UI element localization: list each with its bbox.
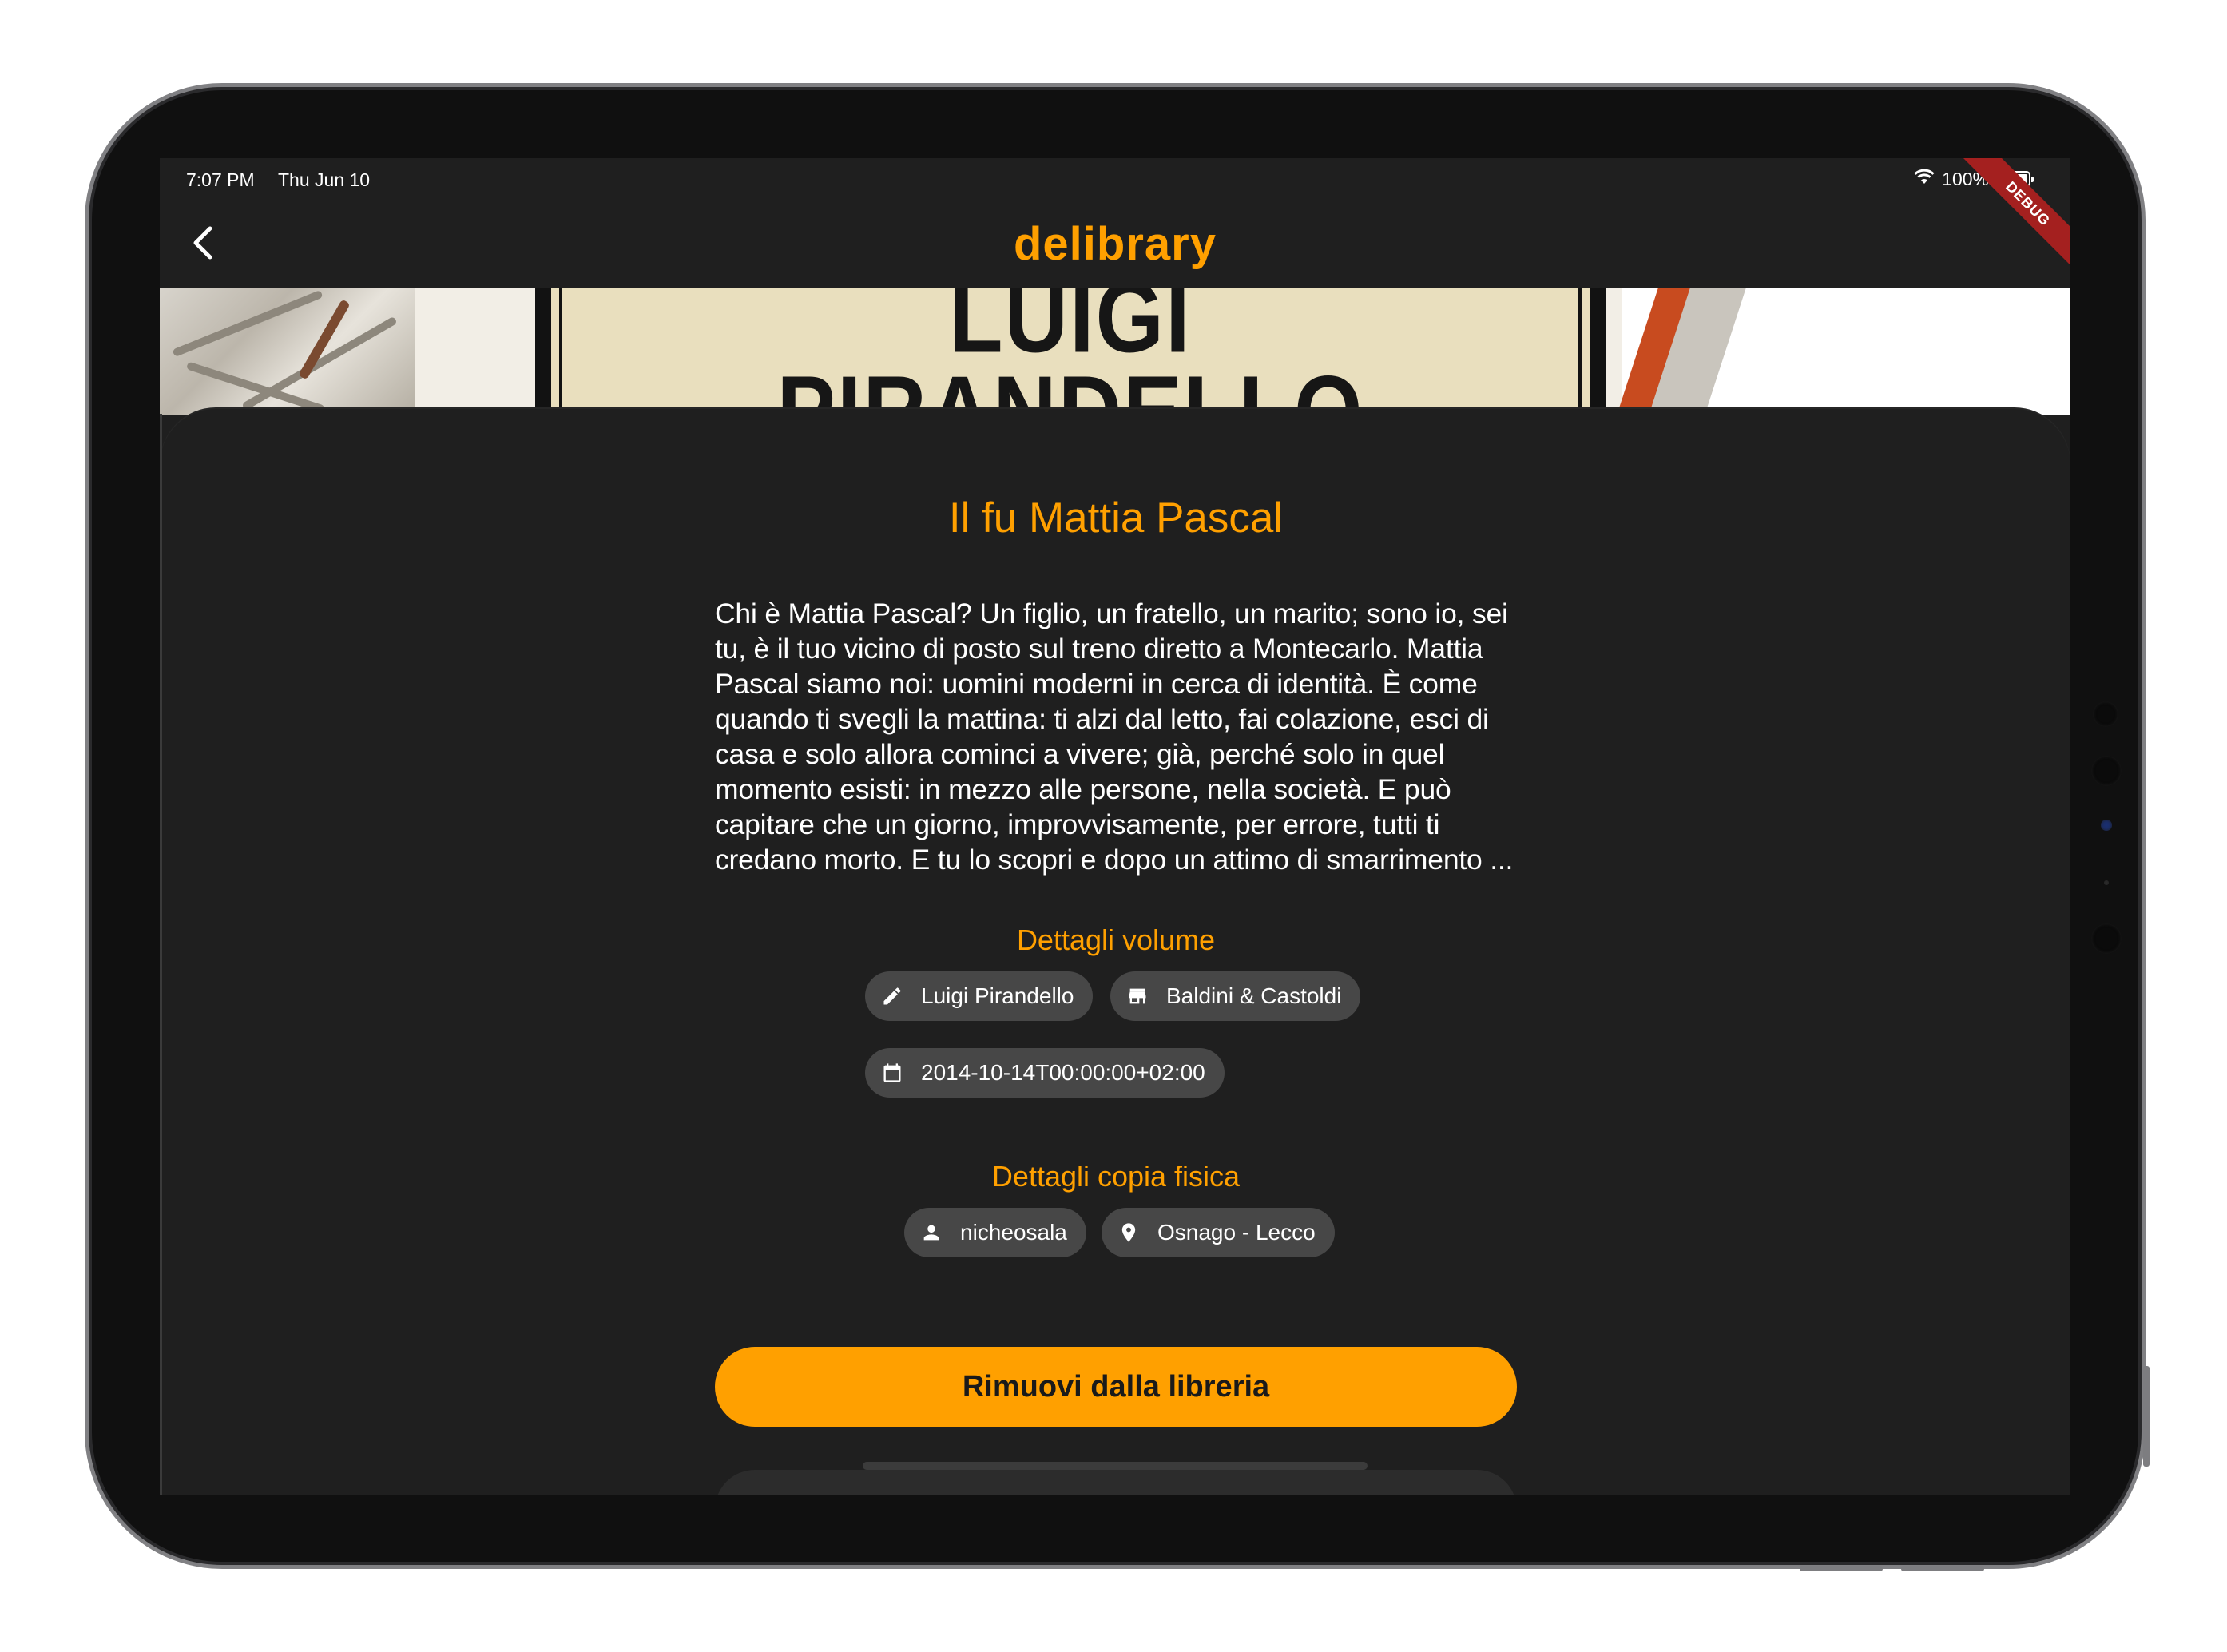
cover-illustration-detail — [298, 299, 351, 380]
cover-author-line2: PIRANDELLO — [776, 355, 1364, 415]
scrollbar[interactable] — [863, 1462, 1368, 1470]
device-sensor — [2104, 880, 2109, 885]
publish-date-chip-label: 2014-10-14T00:00:00+02:00 — [921, 1060, 1205, 1085]
status-bar: 7:07 PM Thu Jun 10 100% — [160, 158, 2070, 201]
device-sensor — [2093, 701, 2118, 727]
app-bar: delibrary — [160, 201, 2070, 288]
location-chip[interactable]: Osnago - Lecco — [1102, 1208, 1335, 1257]
publisher-chip-label: Baldini & Castoldi — [1166, 983, 1342, 1008]
owner-chip-label: nicheosala — [960, 1220, 1067, 1245]
cover-illustration-detail — [241, 316, 398, 411]
publisher-chip[interactable]: Baldini & Castoldi — [1110, 971, 1361, 1021]
device-sensor — [2101, 820, 2112, 831]
cover-illustration — [160, 288, 415, 415]
location-chip-label: Osnago - Lecco — [1157, 1220, 1316, 1245]
screen: 7:07 PM Thu Jun 10 100% delibrary DEBUG … — [160, 158, 2070, 1495]
description-line: quando ti svegli la mattina: ti alzi dal… — [715, 703, 1489, 735]
status-time: 7:07 PM — [186, 169, 255, 190]
description-line: credano morto. E tu lo scopri e dopo un … — [715, 844, 1514, 876]
person-icon — [919, 1220, 944, 1245]
status-date: Thu Jun 10 — [278, 169, 371, 190]
device-volume-button — [1901, 1566, 1984, 1571]
cover-illustration-detail — [172, 289, 324, 358]
pencil-icon — [879, 983, 905, 1009]
secondary-action-button[interactable] — [715, 1470, 1517, 1495]
book-detail-sheet: Il fu Mattia Pascal Chi è Mattia Pascal?… — [160, 409, 2070, 1495]
device-side-button — [2143, 1366, 2150, 1467]
owner-chip[interactable]: nicheosala — [904, 1208, 1086, 1257]
description-line: tu, è il tuo vicino di posto sul treno d… — [715, 633, 1483, 665]
description-line: Chi è Mattia Pascal? Un figlio, un frate… — [715, 598, 1508, 629]
cover-title-panel: LUIGI PIRANDELLO — [535, 288, 1606, 415]
book-title: Il fu Mattia Pascal — [948, 494, 1284, 542]
copy-details-title: Dettagli copia fisica — [991, 1160, 1241, 1193]
description-line: casa e solo allora cominci a vivere; già… — [715, 738, 1445, 770]
calendar-icon — [879, 1060, 905, 1086]
description-line: Pascal siamo noi: uomini moderni in cerc… — [715, 668, 1478, 700]
author-chip-label: Luigi Pirandello — [921, 983, 1074, 1008]
store-icon — [1125, 983, 1150, 1009]
device-volume-button — [1800, 1566, 1883, 1571]
book-cover-image: LUIGI PIRANDELLO — [160, 288, 2070, 415]
author-chip[interactable]: Luigi Pirandello — [865, 971, 1094, 1021]
book-detail-content: Il fu Mattia Pascal Chi è Mattia Pascal?… — [715, 409, 1517, 1495]
device-camera — [2091, 756, 2122, 786]
remove-from-library-label: Rimuovi dalla libreria — [962, 1369, 1270, 1404]
cover-illustration — [1617, 288, 2070, 415]
publish-date-chip[interactable]: 2014-10-14T00:00:00+02:00 — [865, 1048, 1225, 1098]
book-description: Chi è Mattia Pascal? Un figlio, un frate… — [715, 596, 1517, 877]
location-pin-icon — [1116, 1220, 1141, 1245]
remove-from-library-button[interactable]: Rimuovi dalla libreria — [715, 1347, 1517, 1427]
volume-details-title: Dettagli volume — [1016, 923, 1216, 956]
description-line: capitare che un giorno, improvvisamente,… — [715, 808, 1440, 840]
description-line: momento esisti: in mezzo alle persone, n… — [715, 773, 1451, 805]
device-sensor — [2091, 923, 2122, 954]
screen-edge — [160, 414, 162, 1495]
app-title: delibrary — [1014, 218, 1217, 270]
wifi-icon — [1913, 168, 1935, 190]
